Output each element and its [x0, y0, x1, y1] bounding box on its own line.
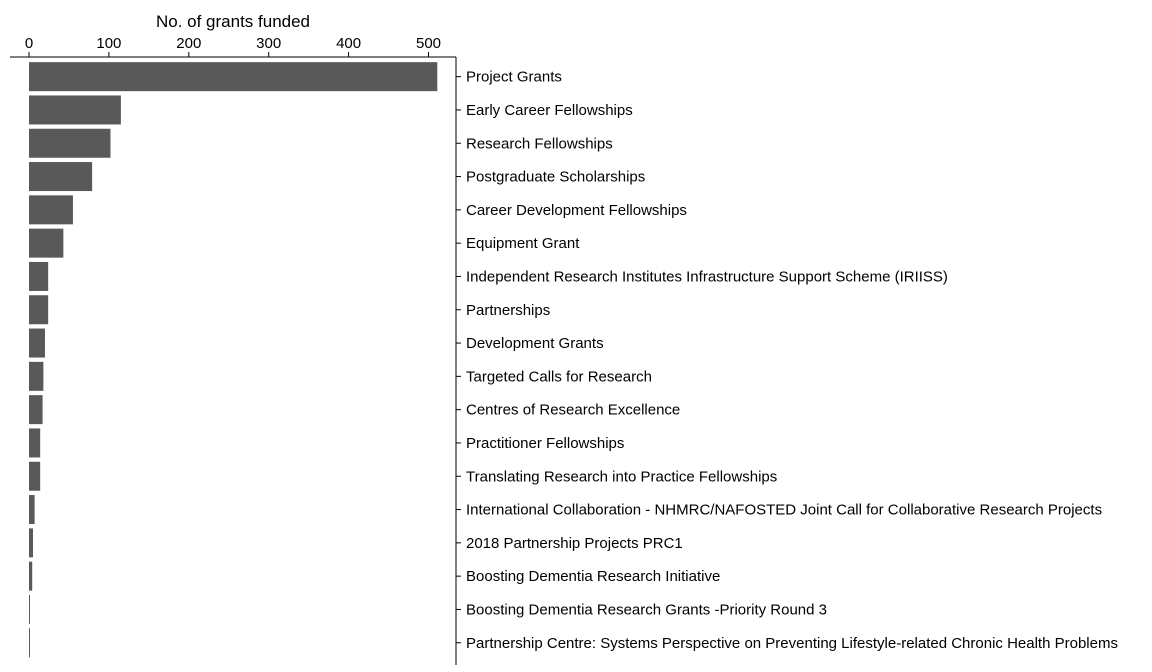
bar [29, 162, 93, 192]
x-tick-label: 400 [336, 35, 361, 52]
category-axis: Project Grants Early Career Fellowships Re… [455, 57, 1118, 665]
category-label: Independent Research Institutes Infrastr… [466, 268, 948, 285]
bar [29, 295, 49, 325]
x-tick-label: 500 [416, 35, 441, 52]
bar [29, 361, 44, 391]
bar [29, 128, 111, 158]
x-tick-label: 300 [256, 35, 281, 52]
bar [29, 628, 30, 658]
category-label: Practitioner Fellowships [466, 435, 624, 452]
category-label: Targeted Calls for Research [466, 368, 652, 385]
category-label: Translating Research into Practice Fello… [466, 468, 777, 485]
category-label: Partnership Centre: Systems Perspective … [466, 635, 1118, 652]
x-axis-title: No. of grants funded [156, 12, 310, 31]
bar [29, 62, 438, 92]
bar [29, 594, 30, 624]
category-label: Project Grants [466, 69, 562, 86]
bar [29, 95, 121, 125]
category-label: Early Career Fellowships [466, 102, 633, 119]
bar [29, 528, 33, 558]
bars [29, 62, 438, 658]
x-tick-label: 200 [176, 35, 201, 52]
x-tick-label: 0 [25, 35, 33, 52]
category-label: Postgraduate Scholarships [466, 169, 645, 186]
category-label: Centres of Research Excellence [466, 402, 680, 419]
category-label: 2018 Partnership Projects PRC1 [466, 535, 683, 552]
category-label: Boosting Dementia Research Grants -Prior… [466, 601, 827, 618]
bar [29, 228, 64, 258]
bar [29, 461, 41, 491]
bar [29, 195, 73, 225]
bar [29, 495, 35, 525]
category-label: Research Fellowships [466, 135, 613, 152]
category-label: Career Development Fellowships [466, 202, 687, 219]
category-label: Partnerships [466, 302, 550, 319]
x-tick-label: 100 [96, 35, 121, 52]
category-label: Equipment Grant [466, 235, 580, 252]
x-axis: 0 100 200 300 400 500 [10, 35, 456, 58]
bar [29, 261, 49, 291]
bar [29, 328, 45, 358]
category-label: Development Grants [466, 335, 604, 352]
bar-chart: 0 100 200 300 400 500 No. of grants funded Pr… [10, 12, 1118, 665]
bar [29, 395, 43, 425]
bar [29, 561, 33, 591]
category-label: International Collaboration - NHMRC/NAFO… [466, 502, 1102, 519]
category-label: Boosting Dementia Research Initiative [466, 568, 720, 585]
bar [29, 428, 41, 458]
